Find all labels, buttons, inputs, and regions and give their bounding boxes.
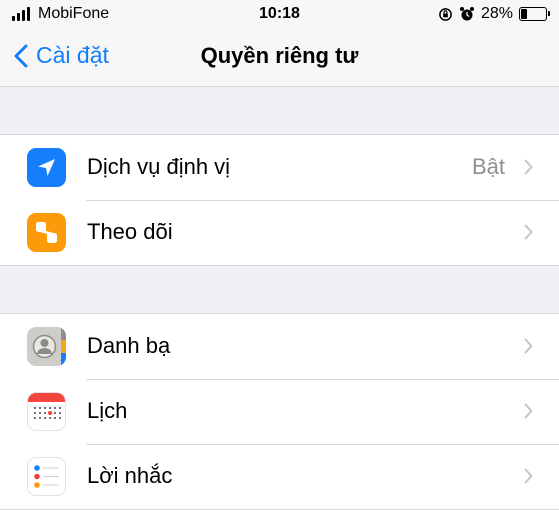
- battery-icon: [519, 7, 550, 21]
- chevron-right-icon: [524, 468, 533, 484]
- row-label: Lời nhắc: [87, 463, 173, 488]
- battery-fill: [521, 9, 527, 19]
- row-calendar[interactable]: Lịch: [0, 379, 559, 444]
- tracking-icon: [27, 213, 66, 252]
- row-label: Theo dõi: [87, 219, 173, 244]
- status-bar: MobiFone 10:18 28%: [0, 0, 559, 28]
- row-value: Bật: [471, 154, 505, 179]
- row-tracking[interactable]: Theo dõi: [0, 200, 559, 265]
- settings-group-2: Danh bạ Lịch Lời nhắc: [0, 313, 559, 510]
- chevron-right-icon: [524, 224, 533, 240]
- settings-group-1: Dịch vụ định vị Bật Theo dõi: [0, 134, 559, 266]
- chevron-right-icon: [524, 403, 533, 419]
- orientation-lock-icon: [439, 7, 452, 21]
- row-label: Dịch vụ định vị: [87, 154, 231, 179]
- row-reminders[interactable]: Lời nhắc: [0, 444, 559, 509]
- battery-percent: 28%: [480, 5, 513, 22]
- reminders-icon: [27, 457, 66, 496]
- calendar-icon: [27, 392, 66, 431]
- contacts-icon: [27, 327, 66, 366]
- row-location-services[interactable]: Dịch vụ định vị Bật: [0, 135, 559, 200]
- status-right: 28%: [438, 5, 550, 23]
- row-label: Lịch: [87, 398, 128, 423]
- alarm-icon: [459, 7, 474, 21]
- chevron-right-icon: [524, 338, 533, 354]
- location-arrow-icon: [27, 148, 66, 187]
- row-contacts[interactable]: Danh bạ: [0, 314, 559, 379]
- row-label: Danh bạ: [87, 333, 171, 358]
- chevron-right-icon: [524, 159, 533, 175]
- navigation-bar: Cài đặt Quyền riêng tư: [0, 28, 559, 87]
- page-title: Quyền riêng tư: [200, 43, 359, 68]
